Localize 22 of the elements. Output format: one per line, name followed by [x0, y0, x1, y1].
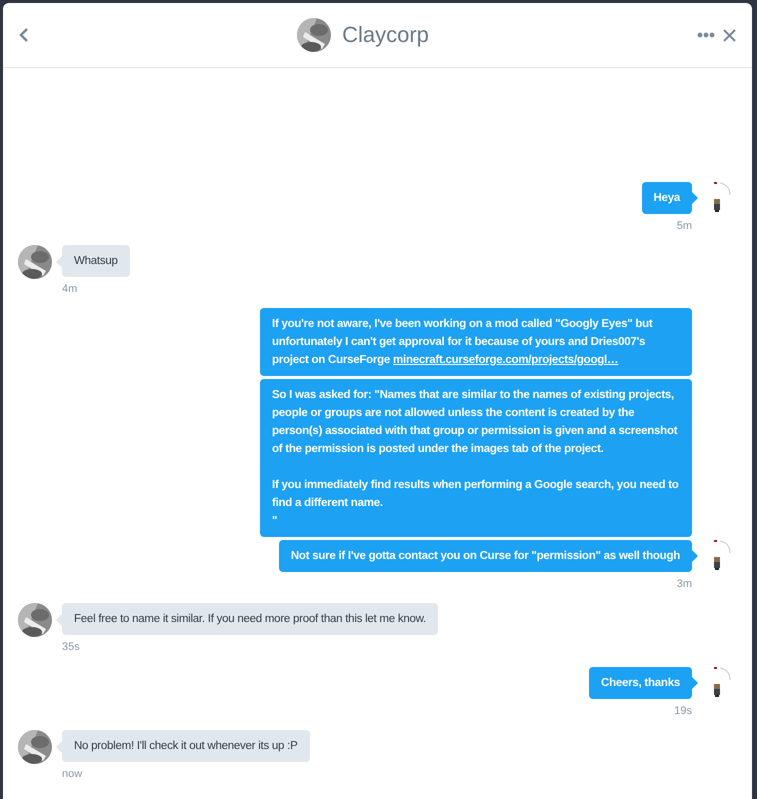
message-bubble: If you're not aware, I've been working on a mod called "Googly Eyes" but unfortunately I can't get approval for it because of yours and Dries007's project on CurseForge minecraft.curseforge.com/projects/googl… [260, 308, 692, 376]
chat-title: Claycorp [342, 22, 429, 48]
message-time: 35s [62, 641, 80, 653]
message-bubble: Cheers, thanks [589, 667, 692, 699]
close-icon [723, 28, 736, 42]
message-bubble: Feel free to name it similar. If you need more proof than this let me know. [62, 603, 438, 635]
message-link[interactable]: minecraft.curseforge.com/projects/googl… [393, 354, 618, 366]
back-icon [19, 28, 29, 42]
character-icon [712, 181, 732, 213]
message-time: 4m [62, 283, 78, 295]
message-time: 3m [676, 578, 692, 590]
message-time: 5m [676, 220, 692, 232]
character-icon [712, 666, 732, 698]
message-bubble: No problem! I'll check it out whenever its up :P [62, 730, 310, 762]
message-bubble: So I was asked for: "Names that are similar to the names of existing projects, people or groups are not allowed unless the content is created by the person(s) associated with that group or permission is given and a screenshot of the permission is posted under the images tab of the project. If you immediately find results when performing a Google search, you need to find a different name. " [260, 379, 692, 537]
message-bubble: Heya [642, 182, 692, 214]
message-bubble: Not sure if I've gotta contact you on Curse for "permission" as well though [278, 540, 692, 572]
more-icon [697, 32, 715, 38]
message-bubble: Whatsup [62, 245, 130, 277]
message-time: 19s [674, 705, 692, 717]
message-time: now [62, 768, 82, 780]
character-icon [712, 539, 732, 571]
